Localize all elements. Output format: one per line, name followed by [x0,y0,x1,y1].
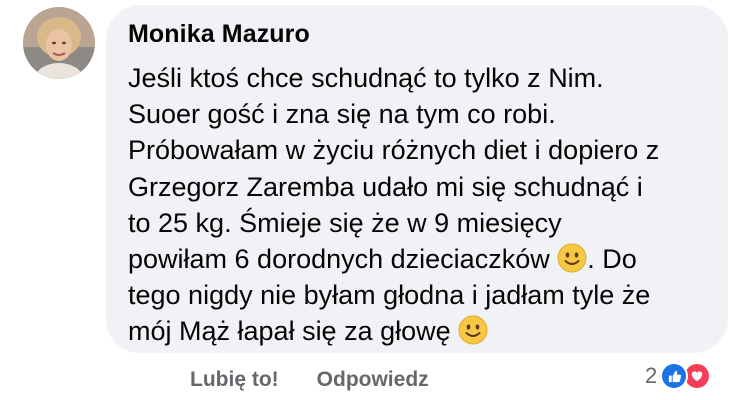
like-icon [660,362,689,390]
comment-text: Jeśli ktoś chce schudnąć to tylko z Nim.… [128,60,718,350]
comment-line: to 25 kg. Śmieje się że w 9 miesięcy [128,207,562,238]
comment-line: Suoer gość i zna się na tym co robi. [128,99,556,130]
reactions-summary[interactable]: 2 [645,362,712,390]
comment-bubble: Monika Mazuro Jeśli ktoś chce schudnąć t… [106,5,728,353]
comment-line: Grzegorz Zaremba udało mi się schudnąć i [128,171,643,202]
comment-container: Monika Mazuro Jeśli ktoś chce schudnąć t… [0,0,750,400]
slightly-smiling-face-icon [557,243,587,273]
slightly-smiling-face-icon [458,315,488,345]
reaction-count: 2 [645,363,658,388]
comment-author[interactable]: Monika Mazuro [128,20,310,49]
comment-line: mój Mąż łapał się za głowę [128,313,718,349]
comment-line: Jeśli ktoś chce schudnąć to tylko z Nim. [128,63,604,93]
avatar[interactable] [23,7,95,79]
reply-button[interactable]: Odpowiedz [317,368,429,392]
comment-line: Próbowałam w życiu różnych diet i dopier… [128,135,660,166]
comment-line: tego nigdy nie byłam głodna i jadłam tyl… [128,280,651,311]
comment-line: powiłam 6 dorodnych dzieciaczków . Do [128,243,637,275]
comment-actions: Lubię to! Odpowiedz [190,368,429,392]
like-button[interactable]: Lubię to! [190,368,279,392]
